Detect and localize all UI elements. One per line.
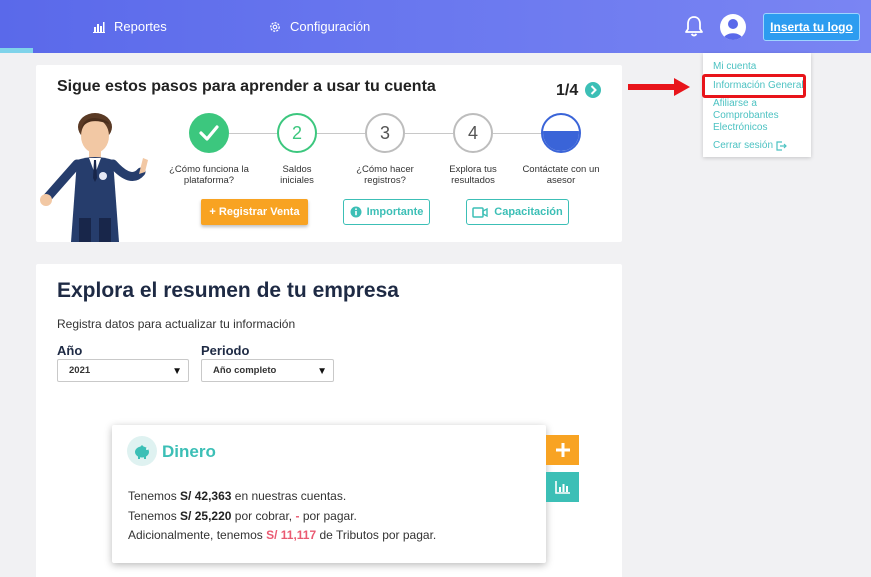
onboarding-card: Sigue estos pasos para aprender a usar t…: [36, 65, 622, 242]
step-3-label: ¿Cómo hacer registros?: [356, 164, 414, 186]
bar-chart-icon: [93, 21, 105, 33]
menu-item-mi-cuenta[interactable]: Mi cuenta: [713, 61, 756, 73]
register-sale-button[interactable]: + Registrar Venta: [201, 199, 308, 225]
text: en nuestras cuentas.: [234, 489, 347, 503]
next-step-button[interactable]: [585, 82, 601, 98]
user-icon: [723, 19, 743, 40]
amount-taxes: S/ 11,117: [266, 528, 317, 542]
nav-accent: [0, 48, 33, 53]
menu-item-afiliarse[interactable]: Afiliarse a Comprobantes Electrónicos: [713, 98, 805, 134]
amount-accounts: S/ 42,363: [180, 489, 232, 503]
nav-reportes-label: Reportes: [114, 19, 167, 34]
menu-item-cerrar-sesion[interactable]: Cerrar sesión: [713, 140, 787, 152]
year-select-value: 2021: [69, 365, 91, 376]
amount-receivable: S/ 25,220: [180, 509, 232, 523]
period-label: Periodo: [201, 343, 250, 358]
top-navbar: Reportes Configuración Inserta tu logo: [0, 0, 871, 53]
step-1-done-circle[interactable]: [189, 113, 229, 153]
money-title: Dinero: [162, 442, 216, 461]
piggy-bank-icon: [127, 436, 157, 466]
info-icon: [350, 206, 362, 218]
half-filled-circle-icon: [543, 131, 579, 151]
year-label: Año: [57, 343, 83, 358]
chevron-right-icon: [590, 85, 597, 95]
caret-down-icon: ▼: [317, 366, 327, 377]
money-card: Dinero Tenemos S/ 42,363 en nuestras cue…: [112, 425, 546, 563]
text: Adicionalmente, tenemos: [128, 528, 263, 542]
mascot-illustration: [40, 113, 148, 242]
avatar[interactable]: [720, 14, 746, 40]
onboarding-title: Sigue estos pasos para aprender a usar t…: [57, 78, 436, 95]
view-report-button[interactable]: [546, 472, 579, 502]
logout-icon: [776, 141, 787, 151]
logout-label: Cerrar sesión: [713, 140, 774, 151]
year-select[interactable]: 2021 ▼: [57, 359, 189, 382]
important-button[interactable]: Importante: [343, 199, 430, 225]
important-label: Importante: [366, 206, 424, 218]
period-select-value: Año completo: [213, 365, 277, 376]
money-line-accounts: Tenemos S/ 42,363 en nuestras cuentas.: [128, 489, 346, 503]
step-2-label: Saldos iniciales: [280, 164, 314, 186]
insert-logo-button[interactable]: Inserta tu logo: [763, 13, 860, 41]
red-arrow-annotation: [628, 78, 690, 96]
gear-icon: [270, 21, 280, 32]
stepper-line: [493, 133, 541, 134]
step-contact-circle[interactable]: [541, 113, 581, 153]
bell-icon[interactable]: [684, 15, 704, 37]
plus-icon: [555, 443, 570, 457]
text: por cobrar,: [234, 509, 293, 523]
stepper-line: [405, 133, 453, 134]
check-icon: [199, 125, 219, 141]
training-label: Capacitación: [494, 206, 563, 218]
amount-payable: -: [295, 509, 300, 523]
step-2-circle[interactable]: 2: [277, 113, 317, 153]
training-button[interactable]: Capacitación: [466, 199, 569, 225]
step-3-circle[interactable]: 3: [365, 113, 405, 153]
stepper-line: [317, 133, 365, 134]
bar-chart-icon: [555, 480, 570, 494]
step-5-label: Contáctate con un asesor: [522, 164, 600, 186]
text: por pagar.: [302, 509, 357, 523]
summary-subtitle: Registra datos para actualizar tu inform…: [57, 317, 296, 331]
step-counter: 1/4: [556, 82, 579, 99]
text: Tenemos: [128, 509, 177, 523]
caret-down-icon: ▼: [172, 366, 182, 377]
period-select[interactable]: Año completo ▼: [201, 359, 334, 382]
nav-reportes[interactable]: Reportes: [93, 0, 167, 53]
money-line-receivables: Tenemos S/ 25,220 por cobrar, - por paga…: [128, 509, 357, 523]
highlight-box: [702, 74, 806, 98]
video-camera-icon: [472, 206, 488, 218]
user-dropdown-menu: Mi cuenta Información General Afiliarse …: [703, 53, 811, 157]
money-line-taxes: Adicionalmente, tenemos S/ 11,117 de Tri…: [128, 528, 436, 542]
nav-configuracion[interactable]: Configuración: [269, 0, 370, 53]
nav-configuracion-label: Configuración: [290, 19, 371, 34]
add-button[interactable]: [546, 435, 579, 465]
step-1-label: ¿Cómo funciona la plataforma?: [169, 164, 249, 186]
text: de Tributos por pagar.: [319, 528, 437, 542]
stepper-line: [229, 133, 277, 134]
summary-title: Explora el resumen de tu empresa: [57, 279, 399, 302]
text: Tenemos: [128, 489, 177, 503]
step-4-label: Explora tus resultados: [449, 164, 497, 186]
step-4-circle[interactable]: 4: [453, 113, 493, 153]
